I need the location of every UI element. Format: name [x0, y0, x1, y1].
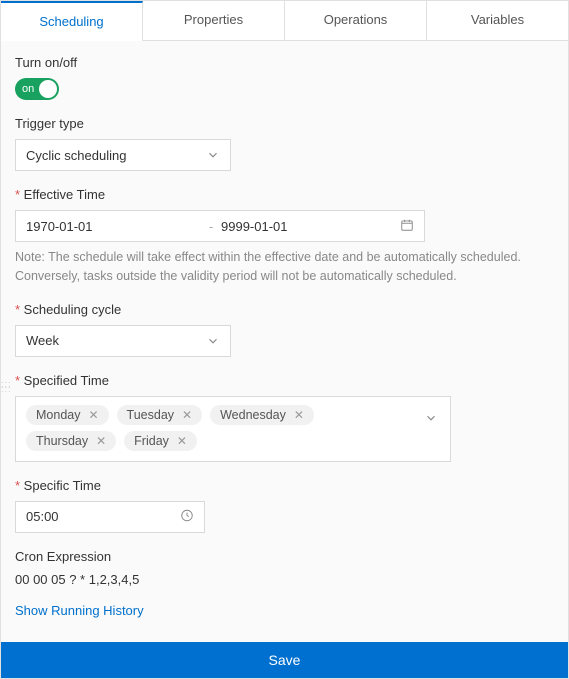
trigger-type-label: Trigger type [15, 116, 554, 131]
toggle-knob [39, 80, 57, 98]
tab-scheduling[interactable]: Scheduling [1, 1, 143, 40]
specific-time-value: 05:00 [26, 509, 59, 524]
show-running-history-link[interactable]: Show Running History [15, 603, 144, 618]
specific-time-label: Specific Time [15, 478, 554, 493]
tag-label: Friday [134, 434, 169, 448]
clock-icon [180, 508, 194, 525]
close-icon[interactable]: ✕ [182, 409, 192, 421]
close-icon[interactable]: ✕ [96, 435, 106, 447]
close-icon[interactable]: ✕ [294, 409, 304, 421]
tag-wednesday: Wednesday ✕ [210, 405, 314, 425]
chevron-down-icon [206, 148, 220, 162]
effective-time-from: 1970-01-01 [26, 219, 201, 234]
toggle-state-text: on [22, 78, 34, 100]
cron-label: Cron Expression [15, 549, 554, 564]
effective-time-note: Note: The schedule will take effect with… [15, 248, 554, 286]
tag-friday: Friday ✕ [124, 431, 197, 451]
drag-handle-icon: :::::: [1, 382, 12, 392]
scheduling-cycle-select[interactable]: Week [15, 325, 231, 357]
calendar-icon [396, 218, 414, 235]
specified-time-label: Specified Time [15, 373, 554, 388]
specified-time-multiselect[interactable]: Monday✕Tuesday✕Wednesday✕Thursday✕Friday… [15, 396, 451, 462]
specific-time-input[interactable]: 05:00 [15, 501, 205, 533]
effective-time-to: 9999-01-01 [221, 219, 396, 234]
trigger-type-select[interactable]: Cyclic scheduling [15, 139, 231, 171]
chevron-down-icon [206, 334, 220, 348]
tag-tuesday: Tuesday ✕ [117, 405, 203, 425]
effective-time-range[interactable]: 1970-01-01 - 9999-01-01 [15, 210, 425, 242]
tag-label: Thursday [36, 434, 88, 448]
tag-label: Tuesday [127, 408, 174, 422]
toggle-on-off[interactable]: on [15, 78, 59, 100]
tab-operations[interactable]: Operations [285, 1, 427, 40]
scheduling-cycle-value: Week [26, 333, 59, 348]
chevron-down-icon [424, 411, 438, 425]
close-icon[interactable]: ✕ [88, 409, 98, 421]
tab-variables[interactable]: Variables [427, 1, 568, 40]
tab-bar: Scheduling Properties Operations Variabl… [1, 1, 568, 41]
close-icon[interactable]: ✕ [177, 435, 187, 447]
tag-thursday: Thursday ✕ [26, 431, 116, 451]
effective-time-label: Effective Time [15, 187, 554, 202]
tab-properties[interactable]: Properties [143, 1, 285, 40]
scheduling-cycle-label: Scheduling cycle [15, 302, 554, 317]
tag-label: Monday [36, 408, 80, 422]
cron-value: 00 00 05 ? * 1,2,3,4,5 [15, 572, 554, 587]
range-separator: - [201, 219, 221, 234]
save-button[interactable]: Save [1, 642, 568, 678]
toggle-label: Turn on/off [15, 55, 554, 70]
tag-monday: Monday ✕ [26, 405, 109, 425]
trigger-type-value: Cyclic scheduling [26, 148, 126, 163]
tag-label: Wednesday [220, 408, 286, 422]
